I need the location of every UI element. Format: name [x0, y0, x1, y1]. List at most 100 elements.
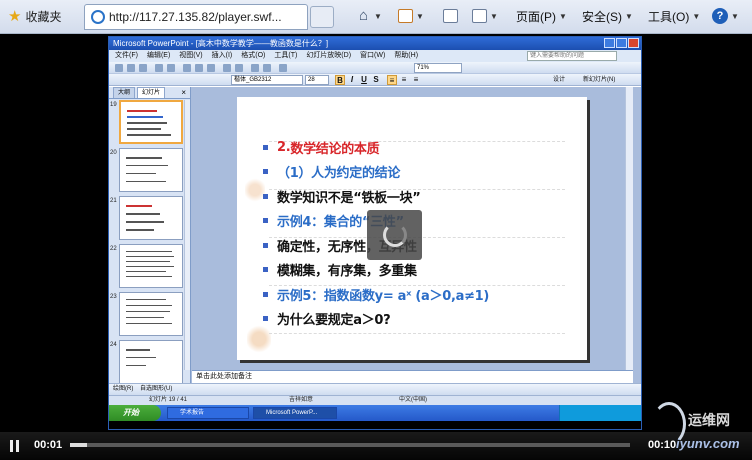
thumbnail-row[interactable]: 22: [109, 244, 185, 288]
video-player[interactable]: Microsoft PowerPoint - [高木中数学教学——教函数是什么？…: [0, 34, 752, 432]
chevron-down-icon[interactable]: ▼: [374, 12, 382, 21]
ppt-title-bar: Microsoft PowerPoint - [高木中数学教学——教函数是什么？…: [109, 37, 641, 50]
new-slide-button[interactable]: 新幻灯片(N): [583, 75, 615, 85]
slide-thumbnail[interactable]: [119, 340, 183, 384]
thumbnail-scrollbar[interactable]: [184, 100, 190, 370]
powerpoint-window: Microsoft PowerPoint - [高木中数学教学——教函数是什么？…: [108, 36, 642, 430]
menu-format[interactable]: 格式(O): [241, 50, 265, 62]
design-button[interactable]: 设计: [553, 75, 565, 85]
chevron-down-icon: ▼: [692, 11, 701, 21]
thumbnail-row[interactable]: 19: [109, 100, 185, 144]
page-menu-label: 页面(P): [516, 9, 556, 24]
new-tab-button[interactable]: [310, 6, 334, 28]
current-slide[interactable]: 2. 数学结论的本质 （1）人为约定的结论 数学知识不是“铁板一块” 示例4：集…: [237, 97, 587, 360]
save-icon[interactable]: [139, 64, 147, 72]
paste-icon[interactable]: [207, 64, 215, 72]
thumbnail-row[interactable]: 21: [109, 196, 185, 240]
zoom-select[interactable]: 71%: [414, 63, 462, 73]
bullet-item: 为什么要规定a＞0?: [263, 307, 573, 332]
bullet-number: 2.: [277, 139, 291, 155]
bullet-item: 模糊集，有序集，多重集: [263, 258, 573, 283]
thumbnail-row[interactable]: 24: [109, 340, 185, 384]
minimize-icon[interactable]: [604, 38, 615, 48]
notes-pane[interactable]: 单击此处添加备注: [192, 370, 633, 383]
ie-logo-icon: [91, 10, 105, 24]
redo-icon[interactable]: [235, 64, 243, 72]
taskbar-item[interactable]: 学术报告: [167, 407, 249, 419]
browser-tab[interactable]: http://117.27.135.82/player.swf...: [84, 4, 308, 30]
thumbnail-row[interactable]: 23: [109, 292, 185, 336]
slide-thumbnail[interactable]: [119, 244, 183, 288]
ppt-menu-bar: 文件(F) 编辑(E) 视图(V) 插入(I) 格式(O) 工具(T) 幻灯片放…: [109, 50, 641, 62]
thumbnail-row[interactable]: 20: [109, 148, 185, 192]
pause-button[interactable]: [10, 440, 20, 452]
underline-button[interactable]: U: [359, 75, 369, 85]
watermark-title: 运维网: [688, 412, 730, 428]
align-center-button[interactable]: ≡: [399, 75, 409, 85]
table-icon[interactable]: [263, 64, 271, 72]
bullet-item: 示例5：指数函数y= aˣ (a＞0,a≠1): [263, 282, 573, 307]
close-pane-icon[interactable]: ×: [181, 87, 186, 98]
bold-button[interactable]: B: [335, 75, 345, 85]
menu-slideshow[interactable]: 幻灯片放映(D): [306, 50, 351, 62]
tab-outline[interactable]: 大纲: [113, 87, 136, 98]
open-icon[interactable]: [127, 64, 135, 72]
undo-icon[interactable]: [223, 64, 231, 72]
bullet-icon: [263, 193, 268, 199]
tools-menu[interactable]: 工具(O) ▼: [648, 6, 700, 26]
rss-icon: [398, 9, 413, 23]
slide-number: 20: [110, 150, 117, 156]
taskbar-item[interactable]: Microsoft PowerP...: [253, 407, 337, 419]
print-icon[interactable]: [155, 64, 163, 72]
status-slide-count: 幻灯片 19 / 41: [149, 397, 188, 403]
slide-scrollbar[interactable]: [625, 87, 633, 370]
draw-menu[interactable]: 绘图(R): [113, 386, 133, 392]
slide-thumbnail[interactable]: [119, 196, 183, 240]
safety-menu-label: 安全(S): [582, 9, 622, 24]
mail-icon: [443, 9, 458, 23]
link-icon[interactable]: [279, 64, 287, 72]
menu-window[interactable]: 窗口(W): [360, 50, 385, 62]
new-icon[interactable]: [115, 64, 123, 72]
slide-number: 23: [110, 294, 117, 300]
menu-insert[interactable]: 插入(I): [212, 50, 233, 62]
spinner-icon: [382, 223, 407, 247]
safety-menu[interactable]: 安全(S) ▼: [582, 6, 633, 26]
help-search-input[interactable]: 键入需要帮助的问题: [527, 51, 617, 61]
menu-help[interactable]: 帮助(H): [394, 50, 418, 62]
start-button[interactable]: 开始: [109, 405, 161, 421]
print-button[interactable]: ▼: [472, 6, 498, 26]
seek-bar[interactable]: [70, 443, 630, 447]
font-size-select[interactable]: 28: [305, 75, 329, 85]
align-left-button[interactable]: ≡: [387, 75, 397, 85]
font-name-select[interactable]: 楷体_GB2312: [231, 75, 303, 85]
slide-thumbnail[interactable]: [119, 292, 183, 336]
cut-icon[interactable]: [183, 64, 191, 72]
bullet-text: 示例5：指数函数y= aˣ (a＞0,a≠1): [277, 288, 490, 304]
mail-button[interactable]: [443, 6, 458, 26]
shadow-button[interactable]: S: [371, 75, 381, 85]
close-icon[interactable]: [628, 38, 639, 48]
favorites-button[interactable]: ★ 收藏夹: [8, 7, 61, 25]
chevron-down-icon[interactable]: ▼: [490, 12, 498, 21]
chevron-down-icon: ▼: [559, 11, 567, 21]
slide-thumbnail[interactable]: [119, 148, 183, 192]
tab-slides[interactable]: 幻灯片: [137, 87, 166, 98]
align-right-button[interactable]: ≡: [411, 75, 421, 85]
italic-button[interactable]: I: [347, 75, 357, 85]
menu-file[interactable]: 文件(F): [115, 50, 138, 62]
menu-view[interactable]: 视图(V): [179, 50, 202, 62]
maximize-icon[interactable]: [616, 38, 627, 48]
preview-icon[interactable]: [167, 64, 175, 72]
home-button[interactable]: ⌂ ▼: [356, 6, 382, 26]
help-button[interactable]: ? ▼: [712, 6, 739, 26]
menu-edit[interactable]: 编辑(E): [147, 50, 170, 62]
copy-icon[interactable]: [195, 64, 203, 72]
page-menu[interactable]: 页面(P) ▼: [516, 6, 567, 26]
chevron-down-icon[interactable]: ▼: [416, 12, 424, 21]
chart-icon[interactable]: [251, 64, 259, 72]
feeds-button[interactable]: ▼: [398, 6, 424, 26]
slide-thumbnail[interactable]: [119, 100, 183, 144]
menu-tools[interactable]: 工具(T): [274, 50, 297, 62]
autoshapes-menu[interactable]: 自选图形(U): [140, 386, 172, 392]
